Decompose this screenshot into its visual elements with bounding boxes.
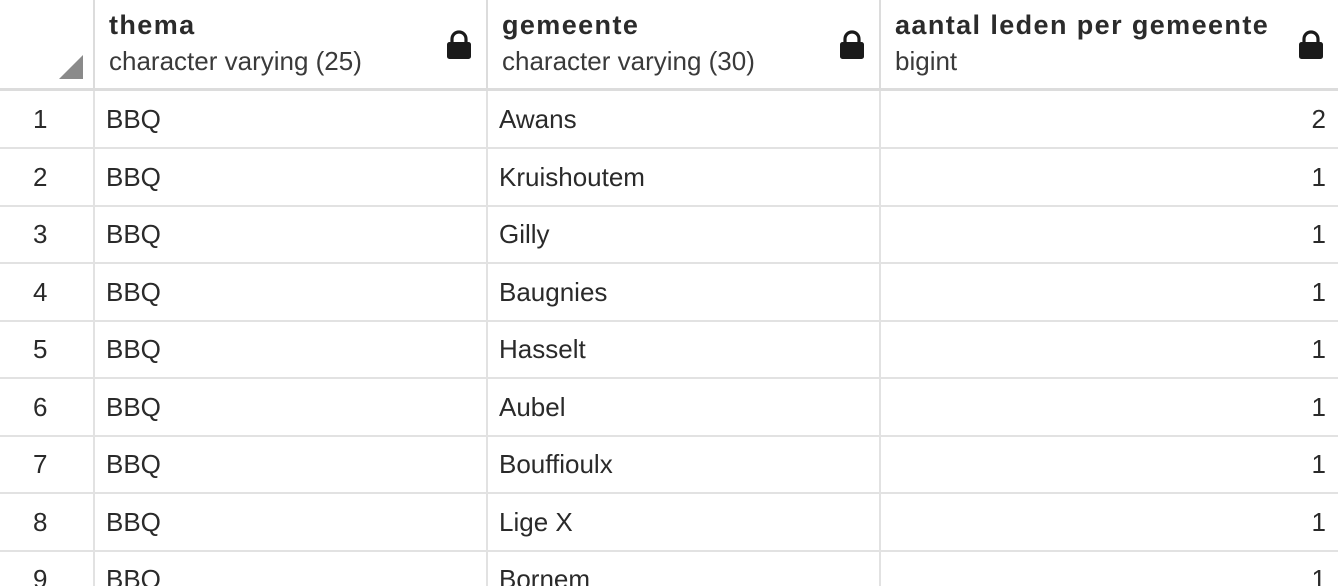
table-row[interactable]: 9 BBQ Bornem 1 <box>0 551 1338 586</box>
table-row[interactable]: 1 BBQ Awans 2 <box>0 91 1338 149</box>
table-row[interactable]: 6 BBQ Aubel 1 <box>0 379 1338 437</box>
cell-thema[interactable]: BBQ <box>95 379 488 435</box>
cell-aantal-leden[interactable]: 1 <box>881 494 1338 550</box>
row-number[interactable]: 5 <box>0 321 95 377</box>
cell-gemeente[interactable]: Bornem <box>488 551 881 586</box>
table-row[interactable]: 4 BBQ Baugnies 1 <box>0 264 1338 322</box>
column-name: thema <box>109 10 196 40</box>
row-number[interactable]: 9 <box>0 551 95 586</box>
row-number[interactable]: 8 <box>0 494 95 550</box>
grid-header: thema character varying (25) gemeente ch… <box>0 0 1338 91</box>
cell-thema[interactable]: BBQ <box>95 494 488 550</box>
cell-thema[interactable]: BBQ <box>95 149 488 205</box>
column-name: gemeente <box>502 10 640 40</box>
row-number[interactable]: 7 <box>0 436 95 492</box>
row-number[interactable]: 6 <box>0 379 95 435</box>
column-type: character varying (30) <box>502 46 755 76</box>
column-type: character varying (25) <box>109 46 362 76</box>
sort-corner-icon <box>59 55 83 79</box>
cell-thema[interactable]: BBQ <box>95 91 488 147</box>
lock-icon <box>1299 30 1323 59</box>
table-row[interactable]: 3 BBQ Gilly 1 <box>0 206 1338 264</box>
column-header-thema[interactable]: thema character varying (25) <box>95 0 488 88</box>
cell-thema[interactable]: BBQ <box>95 551 488 586</box>
row-number[interactable]: 1 <box>0 91 95 147</box>
select-all-corner[interactable] <box>0 0 95 88</box>
cell-aantal-leden[interactable]: 1 <box>881 264 1338 320</box>
column-header-aantal-leden[interactable]: aantal leden per gemeente bigint <box>881 0 1338 88</box>
row-number[interactable]: 2 <box>0 149 95 205</box>
row-number[interactable]: 3 <box>0 206 95 262</box>
table-row[interactable]: 5 BBQ Hasselt 1 <box>0 321 1338 379</box>
cell-aantal-leden[interactable]: 2 <box>881 91 1338 147</box>
cell-gemeente[interactable]: Baugnies <box>488 264 881 320</box>
column-header-gemeente[interactable]: gemeente character varying (30) <box>488 0 881 88</box>
table-row[interactable]: 8 BBQ Lige X 1 <box>0 494 1338 552</box>
table-row[interactable]: 7 BBQ Bouffioulx 1 <box>0 436 1338 494</box>
cell-thema[interactable]: BBQ <box>95 264 488 320</box>
cell-gemeente[interactable]: Bouffioulx <box>488 436 881 492</box>
cell-aantal-leden[interactable]: 1 <box>881 436 1338 492</box>
data-output-grid: thema character varying (25) gemeente ch… <box>0 0 1338 586</box>
cell-thema[interactable]: BBQ <box>95 206 488 262</box>
cell-aantal-leden[interactable]: 1 <box>881 206 1338 262</box>
cell-gemeente[interactable]: Kruishoutem <box>488 149 881 205</box>
cell-aantal-leden[interactable]: 1 <box>881 379 1338 435</box>
cell-thema[interactable]: BBQ <box>95 436 488 492</box>
cell-gemeente[interactable]: Aubel <box>488 379 881 435</box>
cell-thema[interactable]: BBQ <box>95 321 488 377</box>
cell-aantal-leden[interactable]: 1 <box>881 551 1338 586</box>
column-type: bigint <box>895 46 958 76</box>
lock-icon <box>840 30 864 59</box>
cell-gemeente[interactable]: Hasselt <box>488 321 881 377</box>
lock-icon <box>447 30 471 59</box>
row-number[interactable]: 4 <box>0 264 95 320</box>
column-name: aantal leden per gemeente <box>895 10 1270 40</box>
table-row[interactable]: 2 BBQ Kruishoutem 1 <box>0 149 1338 207</box>
cell-gemeente[interactable]: Awans <box>488 91 881 147</box>
cell-gemeente[interactable]: Lige X <box>488 494 881 550</box>
cell-aantal-leden[interactable]: 1 <box>881 149 1338 205</box>
cell-aantal-leden[interactable]: 1 <box>881 321 1338 377</box>
cell-gemeente[interactable]: Gilly <box>488 206 881 262</box>
